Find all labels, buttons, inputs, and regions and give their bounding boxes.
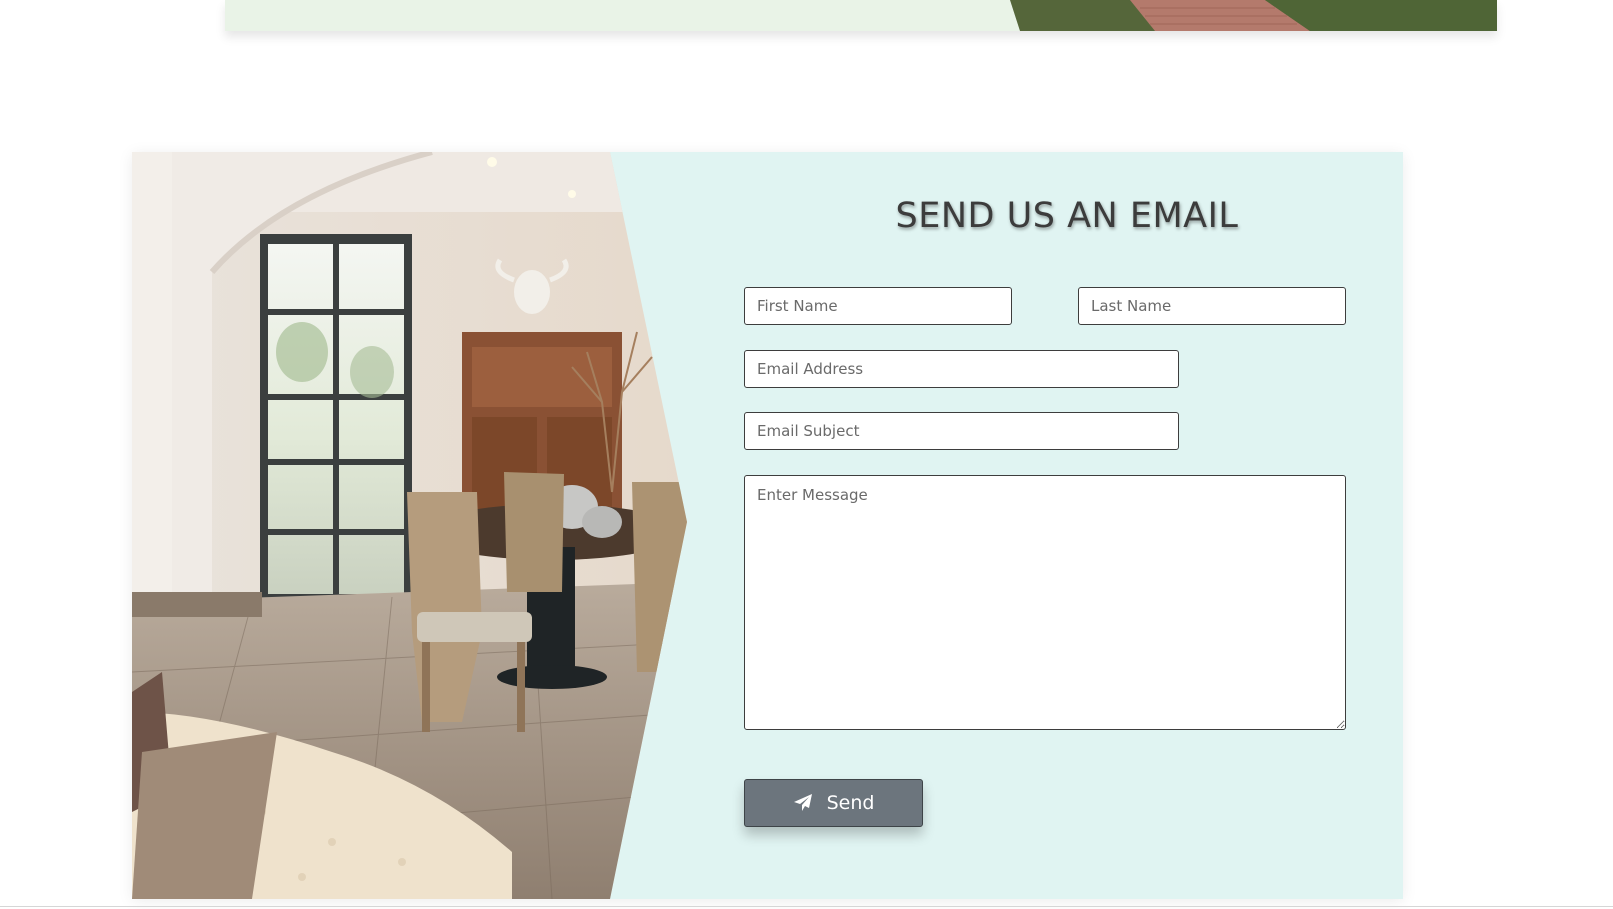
form-title: SEND US AN EMAIL bbox=[895, 196, 1239, 236]
contact-section: SEND US AN EMAIL Send bbox=[132, 152, 1403, 899]
top-card bbox=[225, 0, 1497, 31]
first-name-input[interactable] bbox=[744, 287, 1012, 325]
send-button-label: Send bbox=[826, 792, 875, 814]
paper-plane-icon bbox=[793, 794, 812, 811]
email-address-input[interactable] bbox=[744, 350, 1179, 388]
footer-divider bbox=[0, 906, 1613, 907]
email-subject-input[interactable] bbox=[744, 412, 1179, 450]
send-button[interactable]: Send bbox=[744, 779, 923, 827]
last-name-input[interactable] bbox=[1078, 287, 1346, 325]
garden-path-image bbox=[1010, 0, 1497, 31]
message-textarea[interactable] bbox=[744, 475, 1346, 730]
dining-room-photo bbox=[132, 152, 687, 899]
